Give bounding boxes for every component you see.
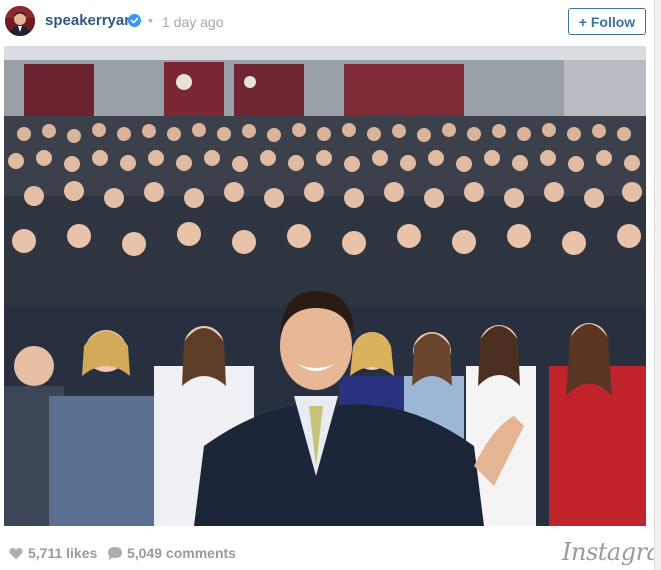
- avatar[interactable]: [5, 6, 35, 36]
- post-footer: 5,711 likes 5,049 comments Instagram: [0, 532, 661, 570]
- comment-icon[interactable]: [107, 546, 123, 561]
- page-scroll-edge: [654, 0, 661, 570]
- instagram-logo[interactable]: Instagram: [562, 538, 661, 566]
- separator-dot: •: [148, 12, 153, 28]
- heart-icon[interactable]: [9, 547, 23, 560]
- post-header: speakerryan • 1 day ago + Follow: [0, 0, 655, 44]
- verified-badge-icon: [128, 14, 141, 27]
- likes-count[interactable]: 5,711 likes: [28, 545, 97, 561]
- follow-button-label: + Follow: [578, 13, 636, 30]
- instagram-post: speakerryan • 1 day ago + Follow 5,711 l…: [0, 0, 661, 570]
- post-timestamp[interactable]: 1 day ago: [162, 14, 224, 30]
- avatar-image: [5, 6, 35, 36]
- group-selfie-photo: [4, 46, 646, 526]
- crowd-front: [4, 291, 646, 526]
- post-photo[interactable]: [4, 46, 646, 526]
- username-link[interactable]: speakerryan: [45, 12, 133, 29]
- follow-button[interactable]: + Follow: [568, 8, 646, 35]
- comments-count[interactable]: 5,049 comments: [127, 545, 236, 561]
- crowd-middle: [4, 181, 646, 306]
